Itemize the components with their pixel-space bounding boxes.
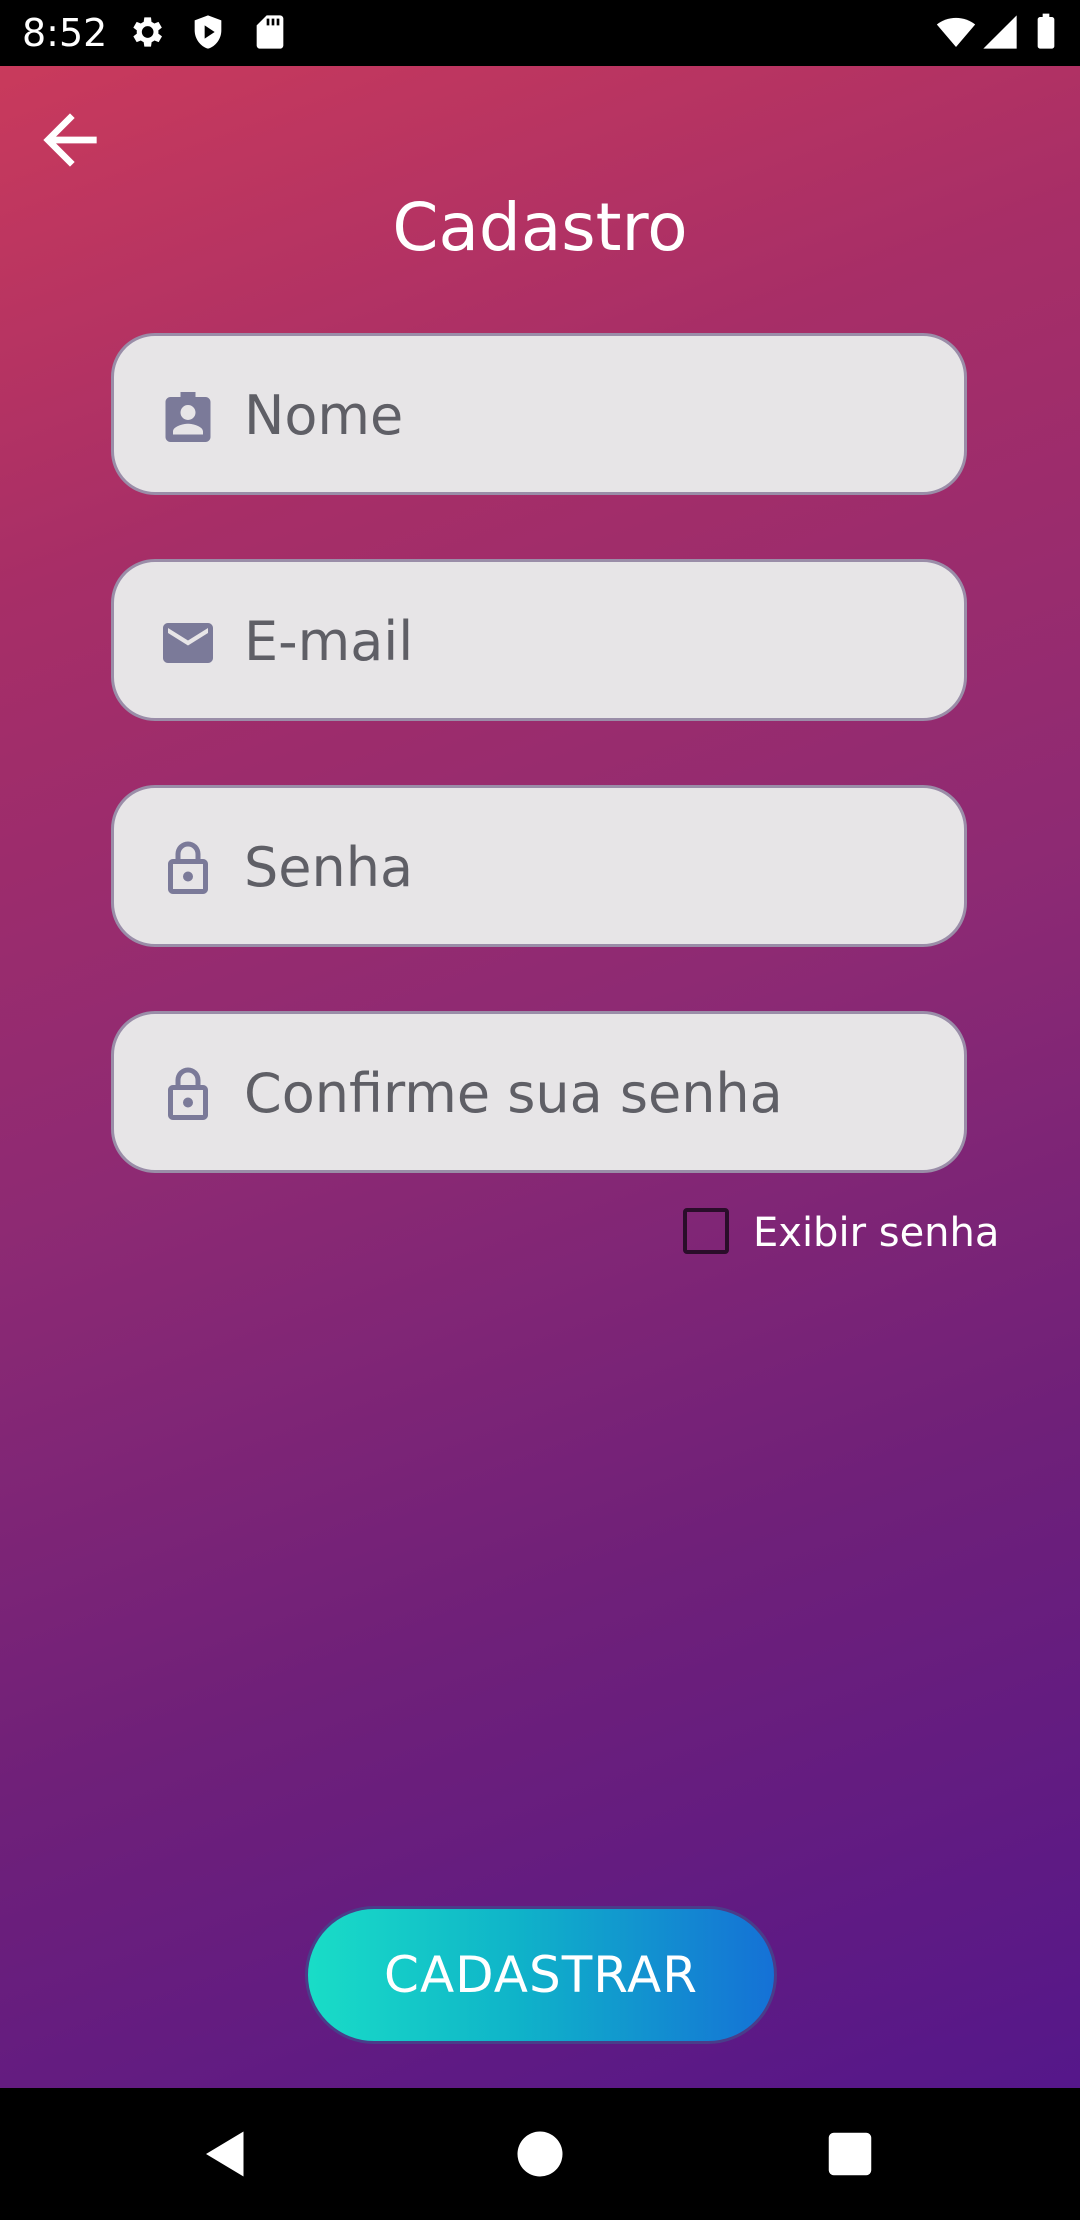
- mail-icon: [163, 623, 213, 663]
- shield-play-icon: [194, 15, 222, 49]
- password-field[interactable]: [111, 785, 967, 947]
- password-input[interactable]: [242, 788, 936, 946]
- show-password-checkbox[interactable]: [683, 1208, 729, 1254]
- arrow-left-icon[interactable]: [30, 100, 110, 180]
- lock-icon: [168, 841, 208, 894]
- recents-square-icon[interactable]: [820, 2124, 880, 2184]
- battery-icon: [1037, 13, 1055, 49]
- email-input[interactable]: [242, 562, 936, 720]
- page-title: Cadastro: [392, 189, 688, 266]
- status-bar: 8:52: [0, 0, 1080, 66]
- confirm-password-field[interactable]: [111, 1011, 967, 1173]
- app-screen: Cadastro Exibir senha CADASTRAR: [0, 66, 1080, 2088]
- register-button[interactable]: CADASTRAR: [305, 1906, 777, 2044]
- lock-icon: [168, 1067, 208, 1120]
- back-triangle-icon[interactable]: [196, 2124, 256, 2184]
- signal-icon: [983, 15, 1017, 49]
- wifi-icon: [936, 17, 976, 47]
- confirm-password-input[interactable]: [242, 1014, 936, 1172]
- status-time: 8:52: [22, 11, 108, 55]
- name-input[interactable]: [242, 336, 936, 494]
- email-field[interactable]: [111, 559, 967, 721]
- navigation-bar: [0, 2088, 1080, 2220]
- home-circle-icon[interactable]: [510, 2124, 570, 2184]
- sd-card-icon: [256, 15, 284, 49]
- show-password-label: Exibir senha: [753, 1210, 1000, 1256]
- contact-badge-icon: [165, 392, 211, 442]
- name-field[interactable]: [111, 333, 967, 495]
- settings-icon: [133, 17, 162, 47]
